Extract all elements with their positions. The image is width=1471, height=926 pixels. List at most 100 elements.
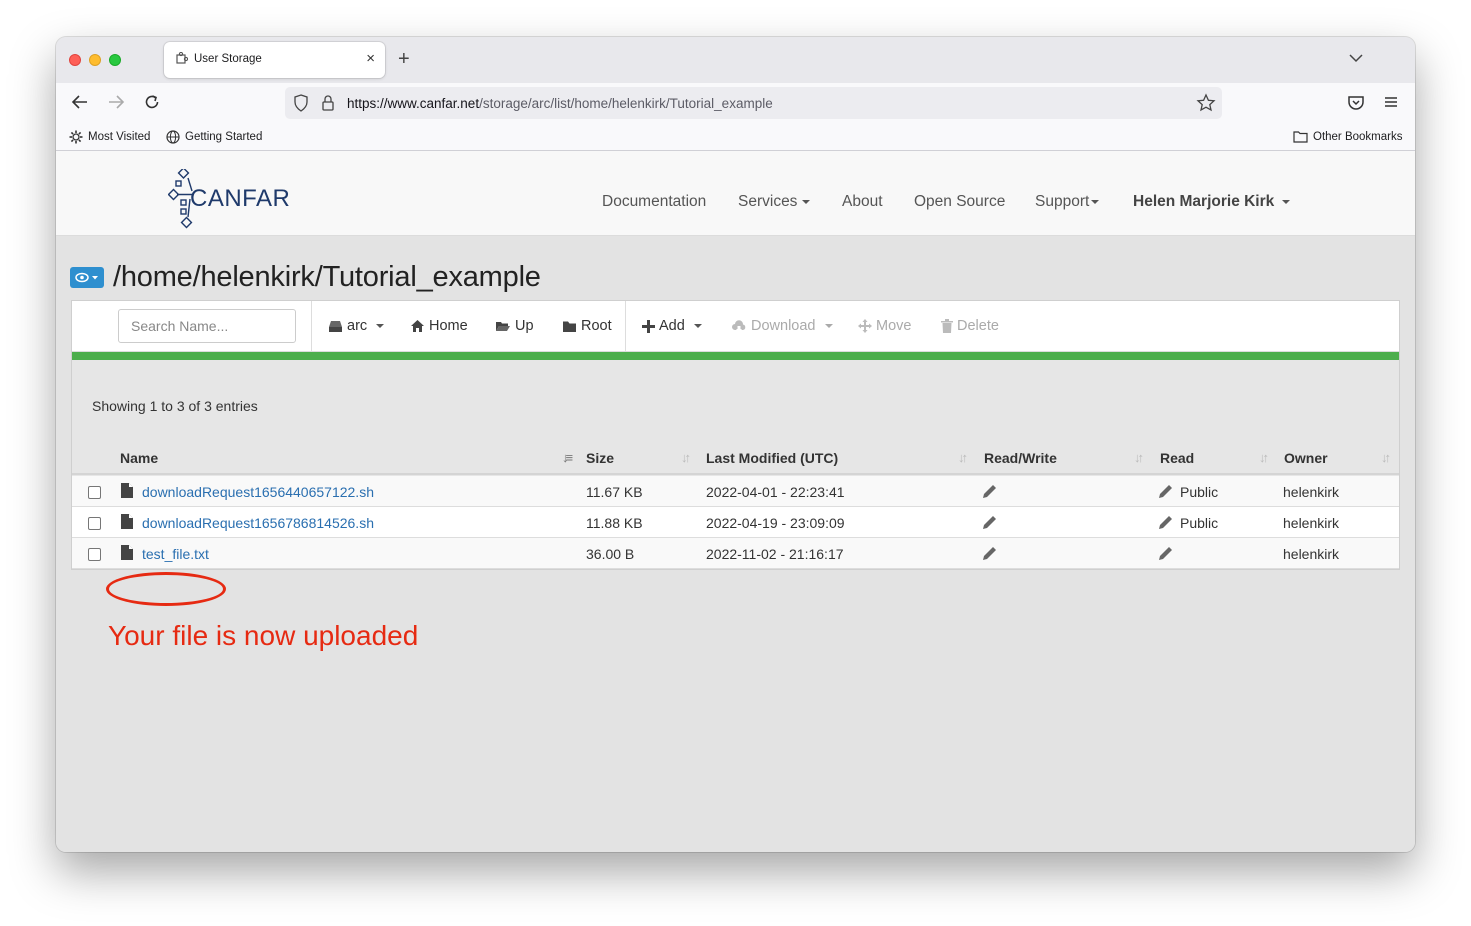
address-bar[interactable]: https://www.canfar.net/storage/arc/list/… xyxy=(285,87,1222,119)
column-read-write[interactable]: Read/Write xyxy=(984,450,1057,466)
bookmark-getting-started[interactable]: Getting Started xyxy=(166,130,262,144)
cloud-download-icon xyxy=(732,319,746,332)
site-header: CANFAR Documentation Services About Open… xyxy=(56,151,1415,236)
close-tab-icon[interactable]: × xyxy=(366,50,375,67)
bookmark-label: Getting Started xyxy=(185,131,263,143)
chevron-down-icon[interactable] xyxy=(1349,51,1363,65)
caret-down-icon xyxy=(802,199,811,204)
close-window-button[interactable] xyxy=(69,54,81,66)
pencil-icon[interactable] xyxy=(1158,484,1173,499)
pencil-icon[interactable] xyxy=(1158,546,1173,561)
home-button[interactable]: Home xyxy=(410,318,468,334)
forward-arrow-icon[interactable] xyxy=(106,92,126,112)
row-checkbox[interactable] xyxy=(88,486,101,499)
arc-dropdown-button[interactable]: arc xyxy=(328,318,385,334)
canfar-logo-text[interactable]: CANFAR xyxy=(190,185,290,213)
nav-services-label: Services xyxy=(738,193,798,210)
bookmark-label: Most Visited xyxy=(88,131,151,143)
view-options-button[interactable] xyxy=(70,267,104,288)
minimize-window-button[interactable] xyxy=(89,54,101,66)
upload-annotation: Your file is now uploaded xyxy=(108,620,419,651)
pencil-icon[interactable] xyxy=(982,515,997,530)
file-icon xyxy=(121,514,133,529)
pencil-icon[interactable] xyxy=(982,546,997,561)
file-modified: 2022-04-01 - 22:23:41 xyxy=(706,484,845,500)
column-name[interactable]: Name xyxy=(120,450,158,466)
url-path: /storage/arc/list/home/helenkirk/Tutoria… xyxy=(479,96,773,111)
toolbar-divider xyxy=(311,301,312,352)
maximize-window-button[interactable] xyxy=(109,54,121,66)
caret-down-icon xyxy=(693,324,702,328)
pocket-icon[interactable] xyxy=(1346,92,1366,112)
up-label: Up xyxy=(515,318,534,334)
toolbar-divider xyxy=(625,301,626,352)
shield-icon[interactable] xyxy=(293,94,309,112)
bookmark-most-visited[interactable]: Most Visited xyxy=(69,130,150,144)
table-header: Name ↓≡ Size ↓↑ Last Modified (UTC) ↓↑ R… xyxy=(72,443,1399,475)
home-icon xyxy=(411,320,424,332)
tab-user-storage[interactable]: User Storage × xyxy=(164,42,385,78)
other-bookmarks[interactable]: Other Bookmarks xyxy=(1293,130,1402,143)
up-button[interactable]: Up xyxy=(495,318,534,334)
file-name-link[interactable]: downloadRequest1656786814526.sh xyxy=(142,515,374,531)
nav-support[interactable]: Support xyxy=(1035,193,1100,211)
lock-icon[interactable] xyxy=(321,94,335,112)
file-modified: 2022-04-19 - 23:09:09 xyxy=(706,515,845,531)
pencil-icon[interactable] xyxy=(982,484,997,499)
column-last-modified[interactable]: Last Modified (UTC) xyxy=(706,450,838,466)
progress-bar xyxy=(72,352,1399,360)
file-size: 11.67 KB xyxy=(586,484,643,500)
file-name-link[interactable]: downloadRequest1656440657122.sh xyxy=(142,484,374,500)
sort-icon[interactable]: ↓↑ xyxy=(1134,450,1144,465)
user-name: Helen Marjorie Kirk xyxy=(1133,193,1275,210)
nav-documentation[interactable]: Documentation xyxy=(602,193,706,211)
column-size[interactable]: Size xyxy=(586,450,614,466)
nav-user-menu[interactable]: Helen Marjorie Kirk xyxy=(1133,193,1291,211)
tab-strip: User Storage × + xyxy=(56,37,1415,83)
sort-ascending-icon[interactable]: ↓≡ xyxy=(562,450,573,465)
new-tab-button[interactable]: + xyxy=(398,48,410,71)
hamburger-menu-icon[interactable] xyxy=(1381,92,1401,112)
url-text[interactable]: https://www.canfar.net/storage/arc/list/… xyxy=(347,96,773,111)
file-name-link[interactable]: test_file.txt xyxy=(142,546,209,562)
sort-icon[interactable]: ↓↑ xyxy=(958,450,968,465)
download-label: Download xyxy=(751,318,816,334)
download-dropdown-button[interactable]: Download xyxy=(731,318,833,334)
bookmark-label: Other Bookmarks xyxy=(1313,130,1403,143)
column-read[interactable]: Read xyxy=(1160,450,1194,466)
navigation-toolbar: https://www.canfar.net/storage/arc/list/… xyxy=(56,83,1415,123)
file-owner: helenkirk xyxy=(1283,484,1340,500)
file-browser-panel: arc Home Up Root Add xyxy=(71,300,1400,570)
root-button[interactable]: Root xyxy=(562,318,612,334)
delete-button[interactable]: Delete xyxy=(941,318,999,334)
folder-icon xyxy=(563,321,576,332)
browser-window: User Storage × + https://www.canfar.net/… xyxy=(56,37,1415,852)
nav-services[interactable]: Services xyxy=(738,193,811,211)
move-button[interactable]: Move xyxy=(858,318,911,334)
nav-open-source[interactable]: Open Source xyxy=(914,193,1005,211)
back-arrow-icon[interactable] xyxy=(70,92,90,112)
column-owner[interactable]: Owner xyxy=(1284,450,1328,466)
delete-label: Delete xyxy=(957,318,999,334)
read-permission: Public xyxy=(1180,484,1219,500)
gear-icon xyxy=(69,130,83,144)
highlight-ellipse xyxy=(106,572,226,606)
search-input[interactable] xyxy=(118,309,296,343)
file-icon xyxy=(121,483,133,498)
nav-about[interactable]: About xyxy=(842,193,883,211)
root-label: Root xyxy=(581,318,612,334)
move-label: Move xyxy=(876,318,912,334)
row-checkbox[interactable] xyxy=(88,517,101,530)
add-dropdown-button[interactable]: Add xyxy=(642,318,702,334)
row-checkbox[interactable] xyxy=(88,548,101,561)
caret-down-icon xyxy=(1282,199,1291,204)
bookmark-star-icon[interactable] xyxy=(1196,93,1216,113)
reload-icon[interactable] xyxy=(142,92,162,112)
file-icon xyxy=(121,545,133,560)
sort-icon[interactable]: ↓↑ xyxy=(1381,450,1391,465)
pencil-icon[interactable] xyxy=(1158,515,1173,530)
read-permission: Public xyxy=(1180,515,1219,531)
sort-icon[interactable]: ↓↑ xyxy=(1259,450,1269,465)
folder-icon xyxy=(1293,131,1308,143)
sort-icon[interactable]: ↓↑ xyxy=(681,450,691,465)
